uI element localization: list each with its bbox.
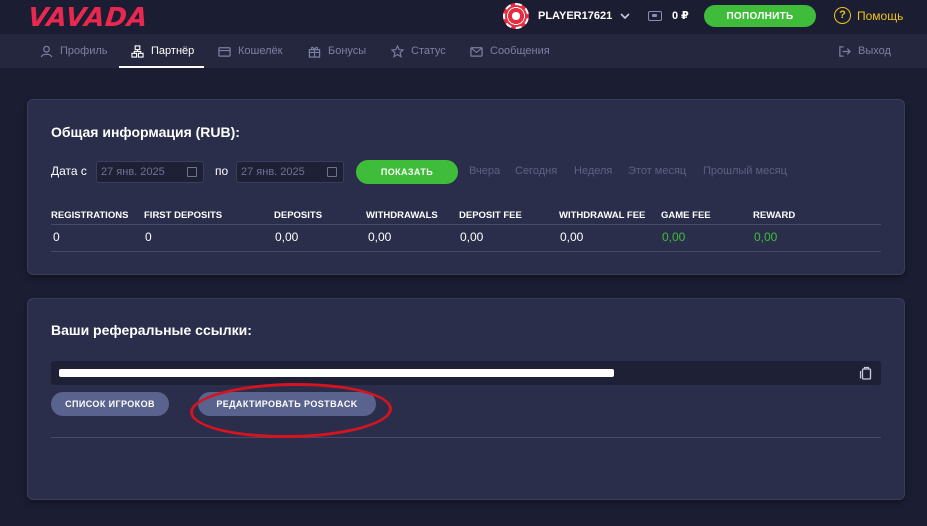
players-list-button[interactable]: СПИСОК ИГРОКОВ — [51, 392, 169, 416]
nav-item-partner[interactable]: Партнёр — [118, 34, 205, 68]
partner-icon — [131, 44, 144, 58]
table-cell: 0,00 — [662, 230, 686, 244]
table-cell: 0 — [145, 230, 152, 244]
calendar-icon — [187, 167, 197, 177]
nav-label: Партнёр — [151, 45, 195, 57]
table-cell: 0,00 — [460, 230, 484, 244]
nav-label: Профиль — [60, 45, 108, 57]
column-header: WITHDRAWALS — [366, 210, 438, 221]
period-this-month[interactable]: Этот месяц — [628, 165, 686, 177]
avatar — [503, 3, 529, 29]
table-cell: 0 — [53, 230, 60, 244]
nav-label: Сообщения — [490, 45, 550, 57]
calendar-icon — [327, 167, 337, 177]
nav-label: Статус — [411, 45, 446, 57]
date-from-label: Дата с — [51, 164, 87, 178]
referral-title: Ваши реферальные ссылки: — [51, 322, 252, 338]
logout-icon — [839, 45, 851, 57]
nav-label: Кошелёк — [238, 45, 283, 57]
period-yesterday[interactable]: Вчера — [469, 165, 500, 177]
user-icon — [40, 45, 53, 57]
column-header: REGISTRATIONS — [51, 210, 129, 221]
column-header: REWARD — [753, 210, 796, 221]
topup-button[interactable]: ПОПОЛНИТЬ — [704, 5, 816, 27]
date-to-input[interactable]: 27 янв. 2025 — [236, 161, 344, 183]
logout-label: Выход — [858, 45, 891, 57]
chevron-down-icon — [620, 13, 630, 20]
star-icon — [391, 44, 404, 58]
copy-icon[interactable] — [859, 366, 873, 380]
table-cell: 0,00 — [560, 230, 584, 244]
table-cell: 0,00 — [754, 230, 778, 244]
referral-card: Ваши реферальные ссылки: СПИСОК ИГРОКОВ … — [27, 298, 905, 500]
period-week[interactable]: Неделя — [574, 165, 612, 177]
table-divider — [51, 224, 881, 225]
column-header: FIRST DEPOSITS — [144, 210, 223, 221]
table-cell: 0,00 — [368, 230, 392, 244]
table-divider — [51, 251, 881, 252]
nav-item-profile[interactable]: Профиль — [40, 34, 108, 68]
top-header: VAVADA PLAYER17621 0 ₽ ПОПОЛНИТЬ ? Помощ… — [0, 0, 927, 34]
summary-card: Общая информация (RUB): Дата с 27 янв. 2… — [27, 99, 905, 275]
mail-icon — [470, 46, 483, 57]
show-button[interactable]: ПОКАЗАТЬ — [356, 160, 458, 184]
nav-item-wallet[interactable]: Кошелёк — [218, 34, 282, 68]
date-to-value: 27 янв. 2025 — [241, 166, 305, 178]
gift-icon — [308, 46, 321, 58]
account-nav: Профиль Партнёр Кошелёк Бонусы Статус Со… — [0, 34, 927, 68]
nav-item-status[interactable]: Статус — [391, 34, 446, 68]
date-from-value: 27 янв. 2025 — [101, 166, 165, 178]
nav-item-messages[interactable]: Сообщения — [470, 34, 550, 68]
period-last-month[interactable]: Прошлый месяц — [703, 165, 787, 177]
logout-link[interactable]: Выход — [838, 34, 891, 68]
help-icon[interactable]: ? — [834, 7, 851, 24]
date-to-label: по — [215, 164, 229, 178]
balance-amount: 0 ₽ — [672, 10, 689, 22]
wallet-icon — [648, 11, 662, 21]
date-from-input[interactable]: 27 янв. 2025 — [96, 161, 204, 183]
period-today[interactable]: Сегодня — [515, 165, 557, 177]
wallet-icon — [218, 46, 231, 57]
help-link[interactable]: Помощь — [857, 9, 903, 23]
column-header: WITHDRAWAL FEE — [559, 210, 646, 221]
redacted-link — [59, 369, 614, 377]
nav-label: Бонусы — [328, 45, 367, 57]
referral-link-field[interactable] — [51, 361, 881, 385]
section-divider — [51, 437, 881, 438]
vavada-logo[interactable]: VAVADA — [26, 3, 149, 33]
table-cell: 0,00 — [275, 230, 299, 244]
column-header: DEPOSITS — [274, 210, 323, 221]
summary-title: Общая информация (RUB): — [51, 124, 240, 140]
nav-item-bonuses[interactable]: Бонусы — [308, 34, 366, 68]
user-menu[interactable]: PLAYER17621 — [503, 3, 630, 29]
column-header: GAME FEE — [661, 210, 711, 221]
username: PLAYER17621 — [538, 10, 613, 22]
column-header: DEPOSIT FEE — [459, 210, 522, 221]
